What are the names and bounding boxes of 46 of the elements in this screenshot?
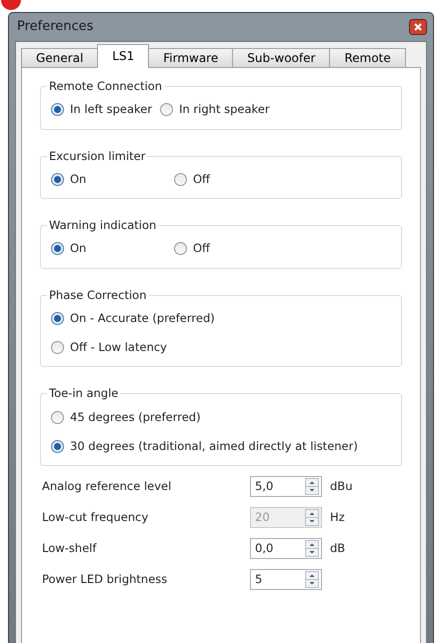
tab[interactable]: Remote xyxy=(329,48,406,68)
tab[interactable]: General xyxy=(21,48,98,68)
unit-label: Hz xyxy=(329,508,346,526)
radio-option[interactable]: On xyxy=(51,170,174,188)
radio-button[interactable] xyxy=(51,440,64,453)
tab[interactable]: LS1 xyxy=(97,44,150,68)
spin-arrows-icon[interactable] xyxy=(305,478,319,495)
radio-option[interactable]: On xyxy=(51,240,174,258)
spin-box[interactable]: 5,0 xyxy=(250,476,322,497)
radio-button[interactable] xyxy=(174,172,187,186)
radio-button[interactable] xyxy=(174,242,187,256)
radio-button[interactable] xyxy=(51,312,64,325)
radio-option[interactable]: In right speaker xyxy=(160,101,270,118)
spin-box[interactable]: 5 xyxy=(250,569,322,590)
group-title: Phase Correction xyxy=(48,286,148,304)
radio-option[interactable]: 45 degrees (preferred) xyxy=(51,408,391,426)
unit-label: dBu xyxy=(329,478,354,495)
radio-option[interactable]: In left speaker xyxy=(51,101,152,118)
radio-option[interactable]: On - Accurate (preferred) xyxy=(51,310,391,327)
radio-button[interactable] xyxy=(51,341,64,354)
spin-arrows-icon[interactable] xyxy=(305,540,319,557)
group-title: Remote Connection xyxy=(48,78,164,95)
tab[interactable]: Sub-woofer xyxy=(232,48,330,68)
group-title: Excursion limiter xyxy=(48,148,146,164)
field-label: Low-shelf xyxy=(42,540,98,557)
radio-option[interactable]: 30 degrees (traditional, aimed directly at listener) xyxy=(51,438,391,455)
window-title: Preferences xyxy=(17,18,94,36)
field-label: Power LED brightness xyxy=(42,570,168,588)
field-label: Low-cut frequency xyxy=(42,508,150,526)
radio-button[interactable] xyxy=(51,172,64,186)
radio-option[interactable]: Off xyxy=(174,170,391,188)
radio-button[interactable] xyxy=(51,103,64,116)
close-icon[interactable] xyxy=(409,19,427,35)
radio-option[interactable]: Off xyxy=(174,240,391,258)
group-title: Toe-in angle xyxy=(48,385,120,402)
unit-label: dB xyxy=(329,540,346,557)
radio-button[interactable] xyxy=(51,242,64,256)
field-label: Analog reference level xyxy=(42,478,172,495)
radio-button[interactable] xyxy=(51,410,64,424)
radio-button[interactable] xyxy=(160,103,174,116)
radio-option[interactable]: Off - Low latency xyxy=(51,339,391,356)
tab[interactable]: Firmware xyxy=(148,48,234,68)
spin-arrows-icon[interactable] xyxy=(305,571,319,588)
circle-mark xyxy=(0,0,22,10)
spin-box[interactable]: 0,0 xyxy=(250,538,322,559)
group-title: Warning indication xyxy=(48,217,158,234)
